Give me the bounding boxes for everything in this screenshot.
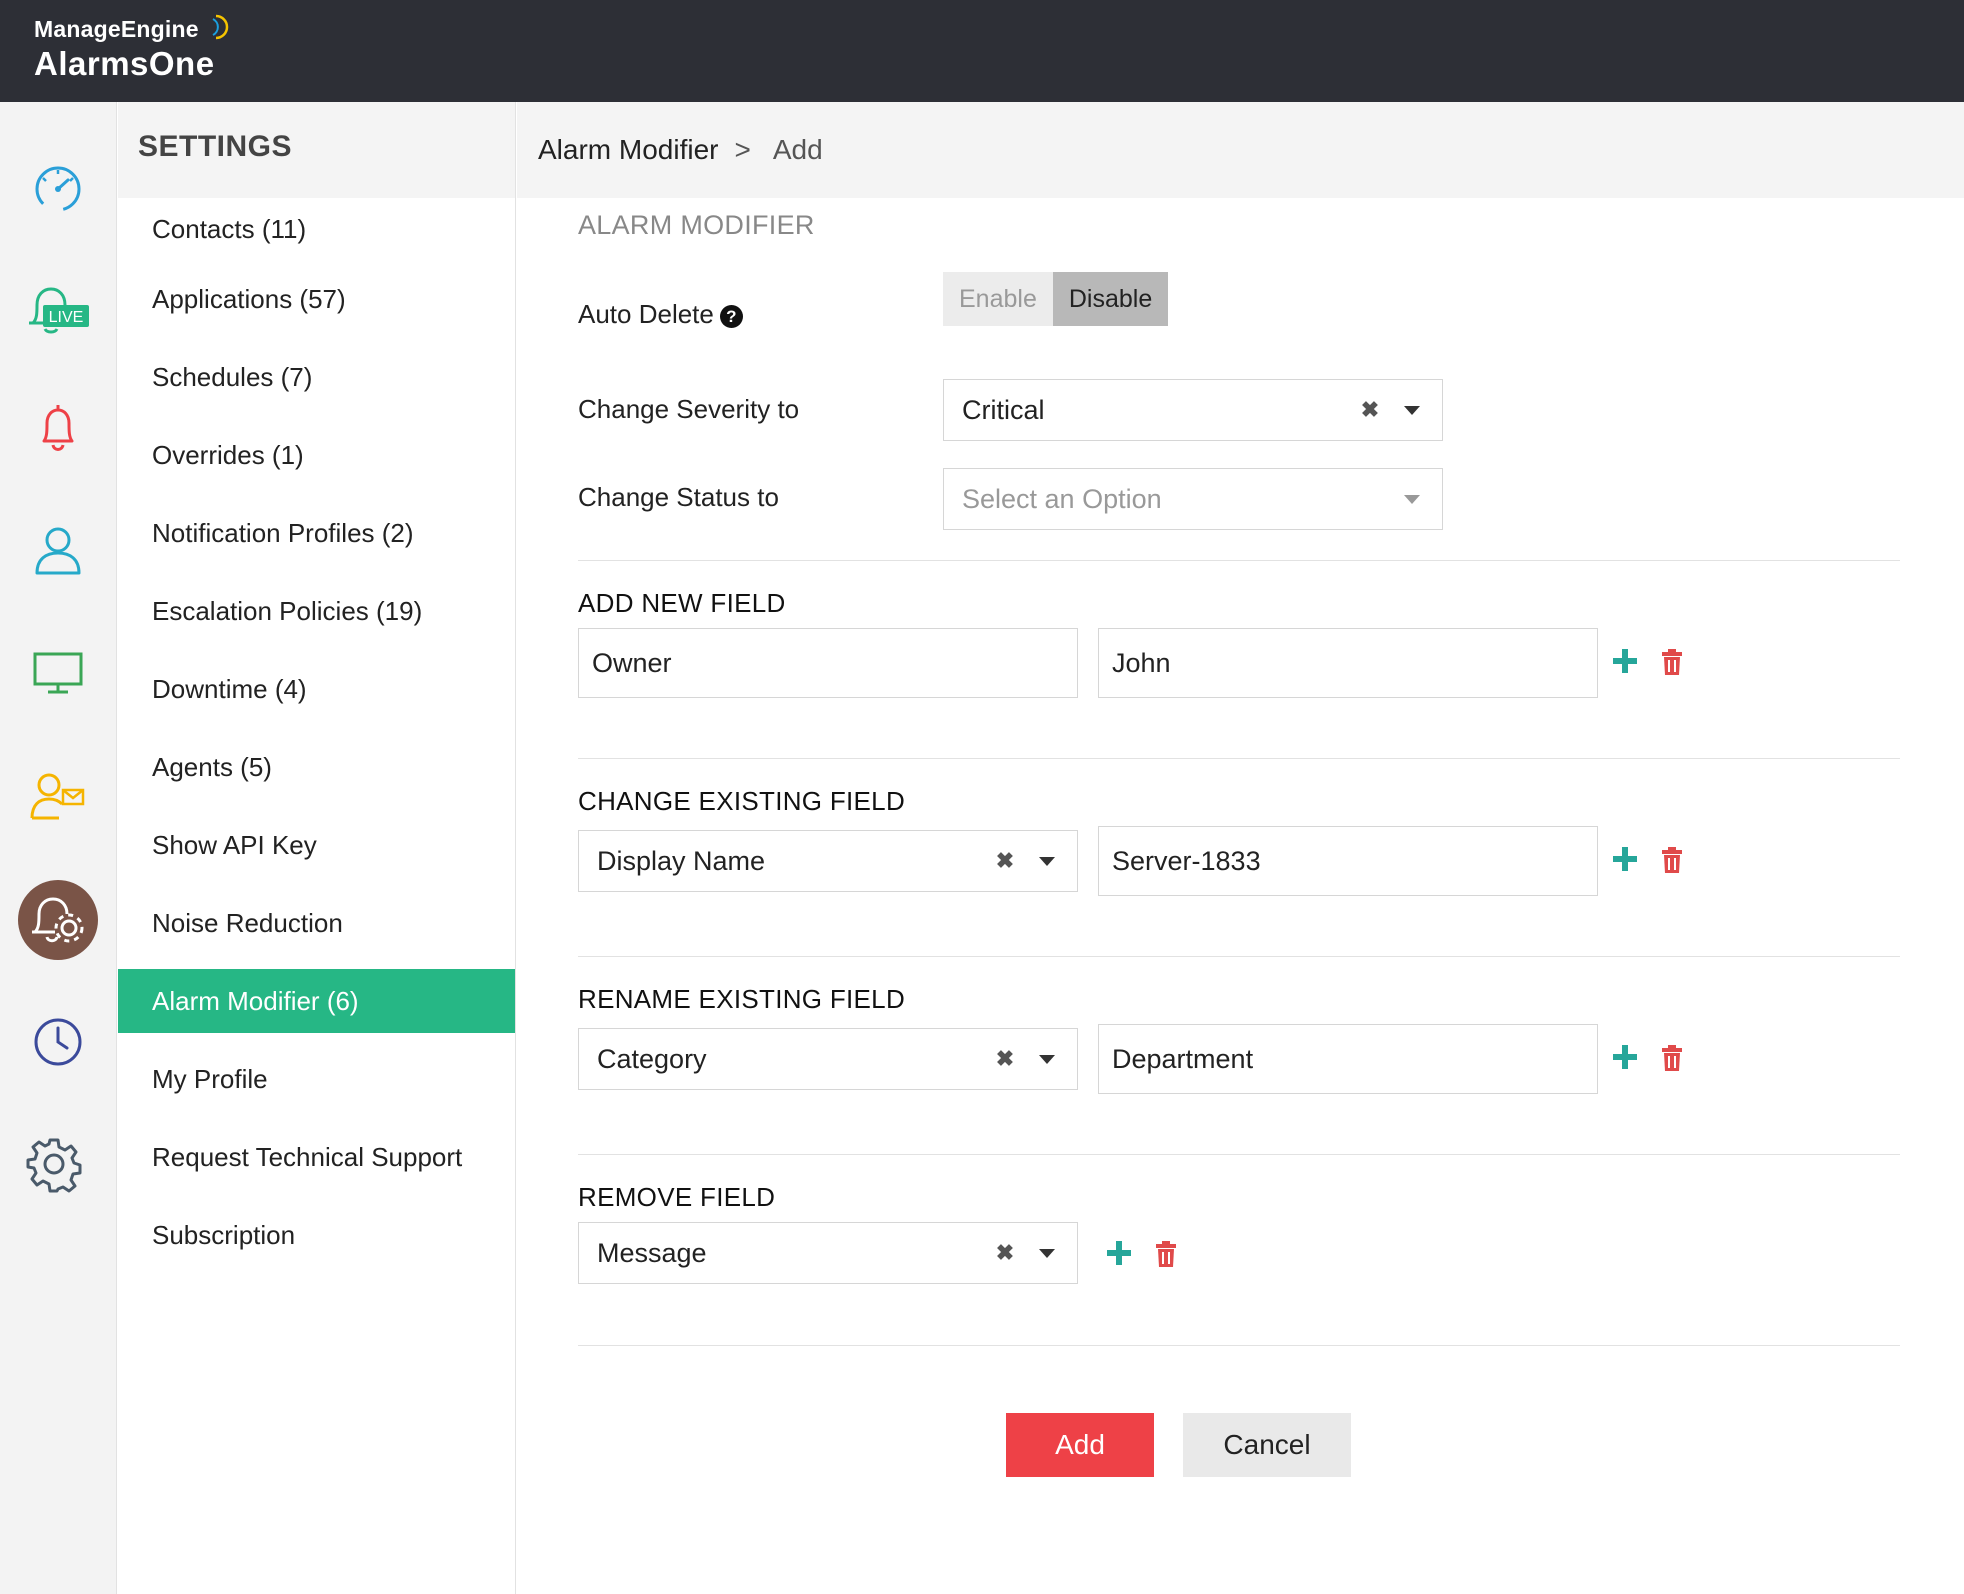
chevron-down-icon[interactable] (1039, 1249, 1055, 1258)
rail-contact-mail[interactable] (18, 755, 98, 835)
change-field-select[interactable]: Display Name ✖ (578, 830, 1078, 892)
sidebar-item-alarm-modifier[interactable]: Alarm Modifier (6) (118, 969, 515, 1033)
settings-sidebar: SETTINGS Contacts (11) Applications (57)… (118, 102, 516, 1594)
clear-icon[interactable]: ✖ (993, 1239, 1017, 1267)
clear-icon[interactable]: ✖ (993, 1045, 1017, 1073)
sidebar-item-show-api-key[interactable]: Show API Key (118, 806, 515, 884)
rail-live[interactable]: LIVE (18, 271, 98, 351)
add-button[interactable]: Add (1006, 1413, 1154, 1477)
chevron-down-icon[interactable] (1404, 495, 1420, 504)
monitor-icon (33, 652, 83, 694)
product-name: AlarmsOne (34, 45, 215, 82)
divider (578, 758, 1900, 759)
disable-option[interactable]: Disable (1052, 272, 1169, 326)
clear-icon[interactable]: ✖ (1358, 396, 1382, 424)
chevron-down-icon[interactable] (1404, 406, 1420, 415)
cancel-button[interactable]: Cancel (1183, 1413, 1351, 1477)
logo-arc-icon (212, 14, 229, 40)
top-bar: ManageEngine AlarmsOne (0, 0, 1964, 102)
sidebar-item-agents[interactable]: Agents (5) (118, 728, 515, 806)
auto-delete-label: Auto Delete? (578, 299, 743, 330)
sidebar-item-contacts[interactable]: Contacts (11) (118, 198, 515, 260)
new-field-key-input[interactable]: Owner (578, 628, 1078, 698)
add-row-plus-icon[interactable] (1611, 647, 1639, 675)
severity-label: Change Severity to (578, 394, 800, 424)
delete-trash-icon[interactable] (1660, 1044, 1684, 1072)
main-content: Alarm Modifier > Add ALARM MODIFIER Auto… (517, 102, 1964, 1594)
rail-alarms[interactable] (18, 389, 98, 469)
rail-settings[interactable] (14, 1124, 94, 1204)
rename-field-new-name-input[interactable]: Department (1098, 1024, 1598, 1094)
rail-settings-alarm[interactable] (18, 880, 98, 960)
divider (578, 1154, 1900, 1155)
add-row-plus-icon[interactable] (1611, 845, 1639, 873)
sidebar-item-schedules[interactable]: Schedules (7) (118, 338, 515, 416)
remove-field-value: Message (597, 1237, 707, 1268)
sidebar-header: SETTINGS (118, 102, 515, 198)
auto-delete-text: Auto Delete (578, 299, 714, 329)
breadcrumb-current: Add (772, 134, 823, 165)
clear-icon[interactable]: ✖ (993, 847, 1017, 875)
sidebar-item-notification-profiles[interactable]: Notification Profiles (2) (118, 494, 515, 572)
rename-existing-field-heading: RENAME EXISTING FIELD (578, 984, 906, 1014)
chevron-down-icon[interactable] (1039, 1055, 1055, 1064)
delete-trash-icon[interactable] (1154, 1240, 1178, 1268)
breadcrumb-parent[interactable]: Alarm Modifier (538, 134, 718, 166)
remove-field-select[interactable]: Message ✖ (578, 1222, 1078, 1284)
section-title: ALARM MODIFIER (578, 210, 815, 240)
change-field-value: Display Name (597, 845, 766, 876)
rail-history[interactable] (18, 1002, 98, 1082)
auto-delete-toggle: Enable Disable (943, 272, 1169, 326)
remove-field-heading: REMOVE FIELD (578, 1182, 776, 1212)
user-mail-icon (30, 773, 85, 820)
brand-logo[interactable]: ManageEngine AlarmsOne (34, 14, 229, 83)
chevron-down-icon[interactable] (1039, 857, 1055, 866)
sidebar-item-applications[interactable]: Applications (57) (118, 260, 515, 338)
add-row-plus-icon[interactable] (1611, 1043, 1639, 1071)
gear-icon (26, 1138, 82, 1193)
new-field-value-input[interactable]: John (1098, 628, 1598, 698)
sidebar-item-downtime[interactable]: Downtime (4) (118, 650, 515, 728)
clock-icon (34, 1018, 82, 1066)
add-new-field-heading: ADD NEW FIELD (578, 588, 786, 618)
sidebar-title: SETTINGS (138, 130, 293, 163)
sidebar-item-my-profile[interactable]: My Profile (118, 1040, 515, 1118)
change-existing-field-heading: CHANGE EXISTING FIELD (578, 786, 906, 816)
rail-users[interactable] (18, 510, 98, 590)
divider (578, 956, 1900, 957)
divider (578, 560, 1900, 561)
user-icon (35, 527, 81, 575)
help-icon[interactable]: ? (719, 305, 743, 328)
rename-field-value: Category (597, 1043, 707, 1074)
alarm-bell-icon (42, 405, 74, 451)
live-badge: LIVE (49, 309, 84, 326)
rail-dashboard[interactable] (18, 147, 98, 227)
delete-trash-icon[interactable] (1660, 648, 1684, 676)
sidebar-item-subscription[interactable]: Subscription (118, 1196, 515, 1274)
severity-select[interactable]: Critical ✖ (943, 379, 1443, 441)
status-placeholder: Select an Option (962, 483, 1162, 514)
status-select[interactable]: Select an Option (943, 468, 1443, 530)
status-label: Change Status to (578, 482, 779, 512)
add-row-plus-icon[interactable] (1105, 1239, 1133, 1267)
breadcrumb: Alarm Modifier > Add (517, 102, 1964, 198)
divider (578, 1345, 1900, 1346)
enable-option[interactable]: Enable (943, 272, 1053, 326)
rename-field-select[interactable]: Category ✖ (578, 1028, 1078, 1090)
sidebar-item-escalation-policies[interactable]: Escalation Policies (19) (118, 572, 515, 650)
sidebar-item-request-technical-support[interactable]: Request Technical Support (118, 1118, 515, 1196)
delete-trash-icon[interactable] (1660, 846, 1684, 874)
icon-rail: LIVE (0, 102, 117, 1594)
bell-gear-icon (32, 897, 84, 943)
breadcrumb-chevron-icon: > (734, 134, 751, 165)
change-field-value-input[interactable]: Server-1833 (1098, 826, 1598, 896)
severity-value: Critical (962, 394, 1045, 425)
vendor-name: ManageEngine (34, 16, 199, 42)
rail-monitors[interactable] (18, 632, 98, 712)
live-bell-icon: LIVE (29, 287, 89, 334)
sidebar-item-noise-reduction[interactable]: Noise Reduction (118, 884, 515, 962)
settings-menu: Contacts (11) Applications (57) Schedule… (118, 198, 515, 1274)
sidebar-item-overrides[interactable]: Overrides (1) (118, 416, 515, 494)
dashboard-gauge-icon (35, 166, 81, 212)
